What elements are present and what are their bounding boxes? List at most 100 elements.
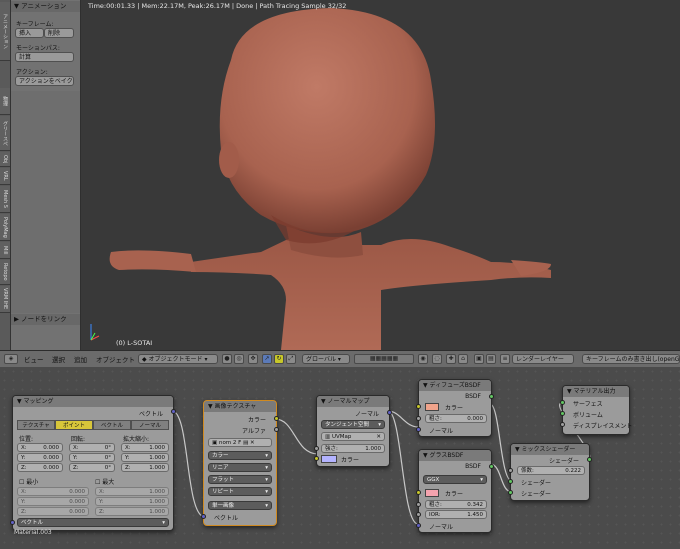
mapping-min-y[interactable]: Y: 0.000: [17, 497, 89, 506]
mapping-max-z[interactable]: Z: 1.000: [95, 507, 169, 516]
glass-roughness-field[interactable]: 粗さ: 0.342: [425, 500, 487, 509]
mapping-max-x[interactable]: X: 1.000: [95, 487, 169, 496]
mapping-scale-z[interactable]: Z: 1.000: [121, 463, 169, 472]
3d-viewport[interactable]: [81, 0, 680, 350]
mapping-scale-x[interactable]: X: 1.000: [121, 443, 169, 452]
rotate-icon[interactable]: ↻: [274, 354, 284, 364]
mix-fac-socket[interactable]: [508, 468, 513, 473]
orientation-dropdown[interactable]: グローバル ▾: [302, 354, 350, 364]
editor-type-icon[interactable]: ◈: [4, 354, 18, 364]
image-texture-out-color-socket[interactable]: [274, 416, 279, 421]
translate-icon[interactable]: ↗: [262, 354, 272, 364]
mapping-min-z[interactable]: Z: 0.000: [17, 507, 89, 516]
image-texture-node[interactable]: ▼ 画像テクスチャ カラー アルファ ▣ nom 2 F ▤ ✕ カラー ▾ リニ…: [201, 400, 279, 526]
diffuse-roughness-field[interactable]: 粗さ: 0.000: [425, 414, 487, 423]
image-extension-dropdown[interactable]: リピート ▾: [208, 487, 272, 496]
glass-roughness-socket[interactable]: [416, 502, 421, 507]
scale-icon[interactable]: ⤢: [286, 354, 296, 364]
glass-bsdf-header[interactable]: ▼ グラスBSDF: [419, 450, 491, 461]
link-nodes-panel-header[interactable]: ▶ ノードをリンク: [11, 314, 80, 325]
mapping-rot-z[interactable]: Z: 0°: [69, 463, 115, 472]
delete-keyframe-button[interactable]: 削除: [44, 28, 74, 38]
mapping-min-checkbox[interactable]: ☐ 最小: [19, 477, 38, 486]
mix-in-shader1-socket[interactable]: [508, 479, 513, 484]
mapping-rot-x[interactable]: X: 0°: [69, 443, 115, 452]
normal-map-out-socket[interactable]: [387, 410, 392, 415]
mapping-tab-point[interactable]: ポイント: [55, 420, 93, 430]
mapping-tab-texture[interactable]: テクスチャ: [17, 420, 55, 430]
mapping-node-header[interactable]: ▼ マッピング: [13, 396, 173, 407]
lock-layer-icon[interactable]: ◉: [418, 354, 428, 364]
pivot-icon[interactable]: ◎: [234, 354, 244, 364]
normal-map-header[interactable]: ▼ ノーマルマップ: [317, 396, 389, 407]
shelf-tab-mill[interactable]: Mill: [0, 242, 10, 259]
mapping-loc-z[interactable]: Z: 0.000: [17, 463, 63, 472]
mapping-max-y[interactable]: Y: 1.000: [95, 497, 169, 506]
mix-shader-header[interactable]: ▼ ミックスシェーダー: [511, 444, 589, 455]
proportional-edit-icon[interactable]: ◌: [432, 354, 442, 364]
bake-action-button[interactable]: アクションをベイク: [15, 76, 74, 86]
menu-view[interactable]: ビュー: [24, 354, 44, 364]
snap-target-icon[interactable]: ⌂: [458, 354, 468, 364]
image-interpolation-dropdown[interactable]: リニア ▾: [208, 463, 272, 472]
output-displacement-socket[interactable]: [560, 422, 565, 427]
output-surface-socket[interactable]: [560, 400, 565, 405]
shelf-tab-vrl[interactable]: VRL: [0, 168, 10, 185]
mapping-scale-y[interactable]: Y: 1.000: [121, 453, 169, 462]
normal-map-node[interactable]: ▼ ノーマルマップ ノーマル タンジェント空間 ▾ ▥ UVMap ✕ 強さ: 1.0…: [314, 395, 392, 467]
glass-out-bsdf-socket[interactable]: [489, 464, 494, 469]
snap-icon[interactable]: ✚: [446, 354, 456, 364]
mapping-in-vector-socket[interactable]: [10, 520, 15, 525]
mapping-out-vector-socket[interactable]: [171, 409, 176, 414]
image-selector[interactable]: ▣ nom 2 F ▤ ✕: [208, 438, 272, 447]
manipulator-icon[interactable]: ✥: [248, 354, 258, 364]
mapping-tab-vector[interactable]: ベクトル: [93, 420, 131, 430]
image-source-dropdown[interactable]: 単一画像 ▾: [208, 501, 272, 510]
image-texture-out-alpha-socket[interactable]: [274, 427, 279, 432]
shelf-tab-mesh[interactable]: Mesh S: [0, 186, 10, 213]
mix-out-shader-socket[interactable]: [587, 457, 592, 462]
glass-ior-socket[interactable]: [416, 512, 421, 517]
shelf-tab-grease-pencil[interactable]: グリースペ: [0, 116, 10, 151]
diffuse-bsdf-header[interactable]: ▼ ディフューズBSDF: [419, 380, 491, 391]
shading-solid-icon[interactable]: ●: [222, 354, 232, 364]
diffuse-bsdf-node[interactable]: ▼ ディフューズBSDF BSDF カラー 粗さ: 0.000 ノーマル: [416, 379, 494, 437]
mapping-min-x[interactable]: X: 0.000: [17, 487, 89, 496]
material-output-header[interactable]: ▼ マテリアル出力: [563, 386, 629, 397]
diffuse-out-bsdf-socket[interactable]: [489, 394, 494, 399]
diffuse-color-socket[interactable]: [416, 404, 421, 409]
uv-map-selector[interactable]: ▥ UVMap ✕: [321, 432, 385, 441]
menu-select[interactable]: 選択: [52, 354, 65, 364]
shelf-tab-retopo[interactable]: Retopo: [0, 260, 10, 285]
glass-normal-socket[interactable]: [416, 523, 421, 528]
mapping-in-vector-dropdown[interactable]: ベクトル ▾: [17, 518, 169, 527]
keyframe-export-dropdown[interactable]: キーフレームのみ書き出し(openGL: [582, 354, 680, 364]
material-output-node[interactable]: ▼ マテリアル出力 サーフェス ボリューム ディスプレイスメント: [560, 385, 632, 435]
insert-keyframe-button[interactable]: 挿入: [15, 28, 44, 38]
node-editor[interactable]: ▼ マッピング ベクトル テクスチャ ポイント ベクトル ノーマル 位置: 回転…: [0, 367, 680, 549]
calculate-motion-path-button[interactable]: 計算: [15, 52, 74, 62]
shelf-tab-animation[interactable]: アニメーション: [0, 2, 10, 61]
animation-panel-header[interactable]: ▼ アニメーション: [11, 1, 80, 12]
image-projection-dropdown[interactable]: フラット ▾: [208, 475, 272, 484]
render-layer-icon[interactable]: ≡: [500, 354, 510, 364]
mapping-tab-normal[interactable]: ノーマル: [131, 420, 169, 430]
glass-color-swatch[interactable]: [425, 489, 439, 497]
glass-bsdf-node[interactable]: ▼ グラスBSDF BSDF GGX ▾ カラー 粗さ: 0.342 IOR: 1.4…: [416, 449, 494, 533]
normal-strength-field[interactable]: 強さ: 1.000: [321, 444, 385, 453]
render-preview-icon[interactable]: ▣: [474, 354, 484, 364]
camera-icon[interactable]: ▤: [486, 354, 496, 364]
normal-map-space-dropdown[interactable]: タンジェント空間 ▾: [321, 420, 385, 429]
shelf-tab-polymag[interactable]: PolyMag: [0, 214, 10, 241]
mode-dropdown[interactable]: ◆ オブジェクトモード ▾: [138, 354, 218, 364]
normal-color-swatch[interactable]: [321, 455, 337, 463]
shelf-tab-physics[interactable]: 物理: [0, 88, 10, 115]
image-texture-in-vector-socket[interactable]: [201, 514, 206, 519]
mapping-node[interactable]: ▼ マッピング ベクトル テクスチャ ポイント ベクトル ノーマル 位置: 回転…: [10, 395, 176, 531]
mix-in-shader2-socket[interactable]: [508, 490, 513, 495]
mapping-max-checkbox[interactable]: ☐ 最大: [95, 477, 114, 486]
diffuse-roughness-socket[interactable]: [416, 416, 421, 421]
render-layer-button[interactable]: レンダーレイヤー: [512, 354, 574, 364]
menu-add[interactable]: 追加: [74, 354, 87, 364]
mix-fac-field[interactable]: 係数: 0.222: [517, 466, 585, 475]
